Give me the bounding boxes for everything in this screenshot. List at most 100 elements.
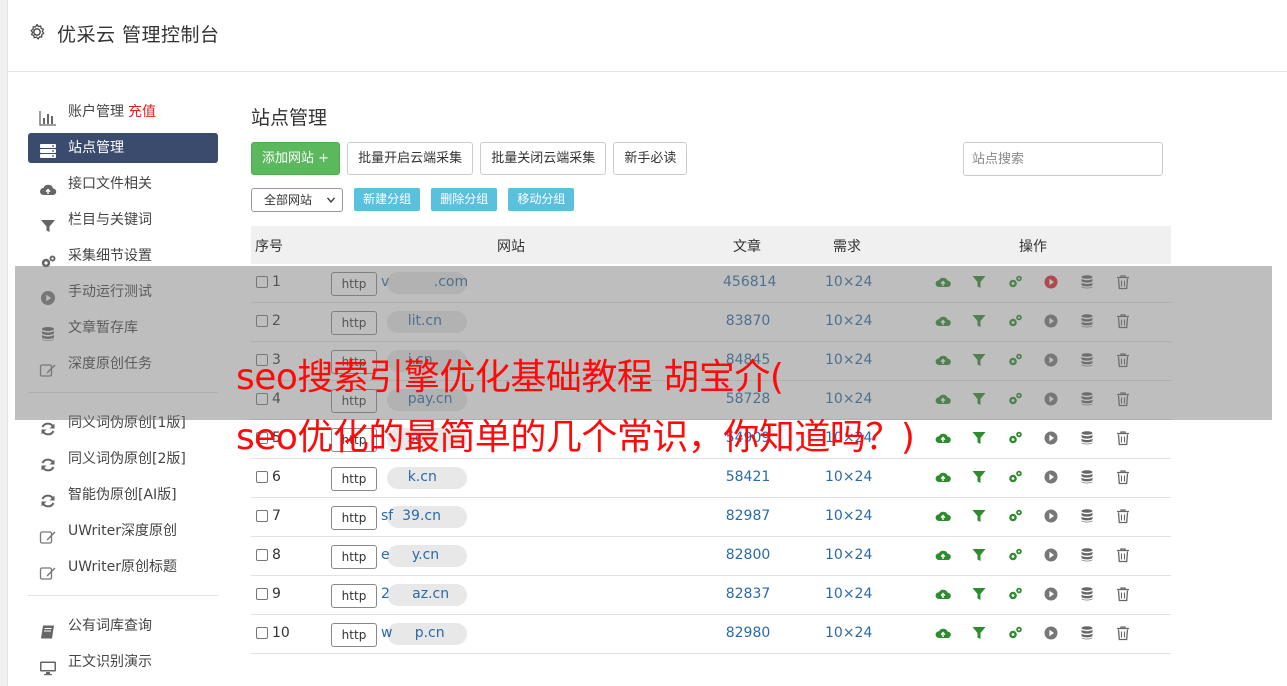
site-search-input[interactable] — [963, 142, 1163, 176]
sidebar-item[interactable]: 正文识别演示 — [28, 644, 218, 680]
database-icon[interactable] — [1079, 586, 1095, 602]
guide-button[interactable]: 新手必读 — [613, 142, 688, 175]
play-circle-icon[interactable] — [1043, 625, 1059, 641]
sidebar-item[interactable]: 栏目与关键词 — [28, 202, 218, 238]
row-checkbox[interactable] — [256, 510, 268, 522]
database-icon[interactable] — [1079, 547, 1095, 563]
sidebar-item-label: 站点管理 — [68, 140, 124, 156]
database-icon[interactable] — [1079, 469, 1095, 485]
cogs-icon[interactable] — [1007, 625, 1023, 641]
row-checkbox[interactable] — [256, 549, 268, 561]
sidebar-item-label: 同义词伪原创[2版] — [68, 451, 186, 467]
table-row: 6 http k.cn 58421 10×24 — [251, 459, 1171, 498]
site-link[interactable]: sf 39.cn — [381, 508, 441, 524]
demand-value[interactable]: 10×24 — [825, 586, 872, 602]
database-icon[interactable] — [1079, 508, 1095, 524]
trash-icon[interactable] — [1115, 586, 1131, 602]
batch-enable-button[interactable]: 批量开启云端采集 — [347, 142, 474, 175]
book-icon — [39, 618, 57, 639]
site-link[interactable]: e y.cn — [381, 547, 439, 563]
site-link[interactable]: w p.cn — [381, 625, 445, 641]
cogs-icon[interactable] — [1007, 430, 1023, 446]
site-filter-value: 全部网站 — [264, 193, 313, 207]
play-circle-icon[interactable] — [1043, 469, 1059, 485]
demand-value[interactable]: 10×24 — [825, 625, 872, 641]
cogs-icon[interactable] — [1007, 508, 1023, 524]
sidebar-item[interactable]: UWriter原创标题 — [28, 549, 218, 585]
cloud-upload-icon[interactable] — [935, 586, 951, 602]
app-title: 优采云 管理控制台 — [57, 24, 220, 46]
recharge-link[interactable]: 充值 — [128, 104, 156, 120]
play-circle-icon[interactable] — [1043, 547, 1059, 563]
trash-icon[interactable] — [1115, 547, 1131, 563]
sidebar-divider — [28, 595, 218, 596]
cogs-icon[interactable] — [1007, 586, 1023, 602]
filter-icon[interactable] — [971, 625, 987, 641]
row-number: 7 — [272, 508, 281, 524]
filter-icon[interactable] — [971, 508, 987, 524]
row-checkbox[interactable] — [256, 588, 268, 600]
cloud-upload-icon[interactable] — [935, 547, 951, 563]
delete-group-button[interactable]: 删除分组 — [431, 188, 498, 211]
cogs-icon[interactable] — [1007, 469, 1023, 485]
demand-value[interactable]: 10×24 — [825, 508, 872, 524]
play-circle-icon[interactable] — [1043, 430, 1059, 446]
sidebar-item[interactable]: 同义词伪原创[2版] — [28, 441, 218, 477]
demand-value[interactable]: 10×24 — [825, 547, 872, 563]
trash-icon[interactable] — [1115, 625, 1131, 641]
toolbar: 添加网站 + 批量开启云端采集 批量关闭云端采集 新手必读 — [251, 142, 689, 175]
article-count[interactable]: 82837 — [723, 586, 773, 602]
filter-icon[interactable] — [971, 469, 987, 485]
cloud-upload-icon[interactable] — [935, 469, 951, 485]
demand-value[interactable]: 10×24 — [825, 469, 872, 485]
cloud-upload-icon[interactable] — [935, 430, 951, 446]
cloud-upload-icon — [39, 176, 57, 195]
cogs-icon[interactable] — [1007, 547, 1023, 563]
add-site-button[interactable]: 添加网站 + — [251, 142, 341, 175]
database-icon[interactable] — [1079, 625, 1095, 641]
article-count[interactable]: 82987 — [723, 508, 773, 524]
play-circle-icon[interactable] — [1043, 508, 1059, 524]
cloud-upload-icon[interactable] — [935, 625, 951, 641]
site-filter-select[interactable]: 全部网站 — [251, 188, 343, 212]
http-badge[interactable]: http — [331, 584, 377, 608]
col-demand: 需求 — [833, 239, 861, 255]
sidebar-item[interactable]: 账户管理 充值 — [28, 94, 218, 130]
cloud-upload-icon[interactable] — [935, 508, 951, 524]
database-icon[interactable] — [1079, 430, 1095, 446]
article-count[interactable]: 82980 — [723, 625, 773, 641]
sidebar-item-label: 栏目与关键词 — [68, 212, 152, 228]
http-badge[interactable]: http — [331, 623, 377, 647]
sidebar-item[interactable]: 站点管理 — [28, 133, 218, 163]
trash-icon[interactable] — [1115, 430, 1131, 446]
play-circle-icon[interactable] — [1043, 586, 1059, 602]
move-group-button[interactable]: 移动分组 — [508, 188, 575, 211]
sidebar-item[interactable]: 智能伪原创[AI版] — [28, 477, 218, 513]
row-checkbox[interactable] — [256, 627, 268, 639]
http-badge[interactable]: http — [331, 545, 377, 569]
batch-disable-button[interactable]: 批量关闭云端采集 — [480, 142, 607, 175]
sidebar-item[interactable]: 公有词库查询 — [28, 608, 218, 644]
filter-icon[interactable] — [971, 430, 987, 446]
trash-icon[interactable] — [1115, 469, 1131, 485]
sidebar-item[interactable]: UWriter深度原创 — [28, 513, 218, 549]
sidebar-item-label: 正文识别演示 — [68, 654, 152, 670]
filter-icon — [39, 212, 57, 232]
filter-icon[interactable] — [971, 586, 987, 602]
trash-icon[interactable] — [1115, 508, 1131, 524]
article-count[interactable]: 82800 — [723, 547, 773, 563]
sidebar-item[interactable]: 接口文件相关 — [28, 166, 218, 202]
http-badge[interactable]: http — [331, 467, 377, 491]
row-number: 6 — [272, 469, 281, 485]
site-link[interactable]: k.cn — [381, 469, 437, 485]
row-checkbox[interactable] — [256, 471, 268, 483]
site-link[interactable]: 2 az.cn — [381, 586, 449, 602]
sidebar-item-label: UWriter原创标题 — [68, 559, 177, 575]
new-group-button[interactable]: 新建分组 — [354, 188, 421, 211]
sidebar-item-label: 智能伪原创[AI版] — [68, 487, 177, 503]
http-badge[interactable]: http — [331, 506, 377, 530]
article-count[interactable]: 58421 — [723, 469, 773, 485]
table-row: 9 http 2 az.cn 82837 10×24 — [251, 576, 1171, 615]
col-no: 序号 — [255, 239, 283, 255]
filter-icon[interactable] — [971, 547, 987, 563]
